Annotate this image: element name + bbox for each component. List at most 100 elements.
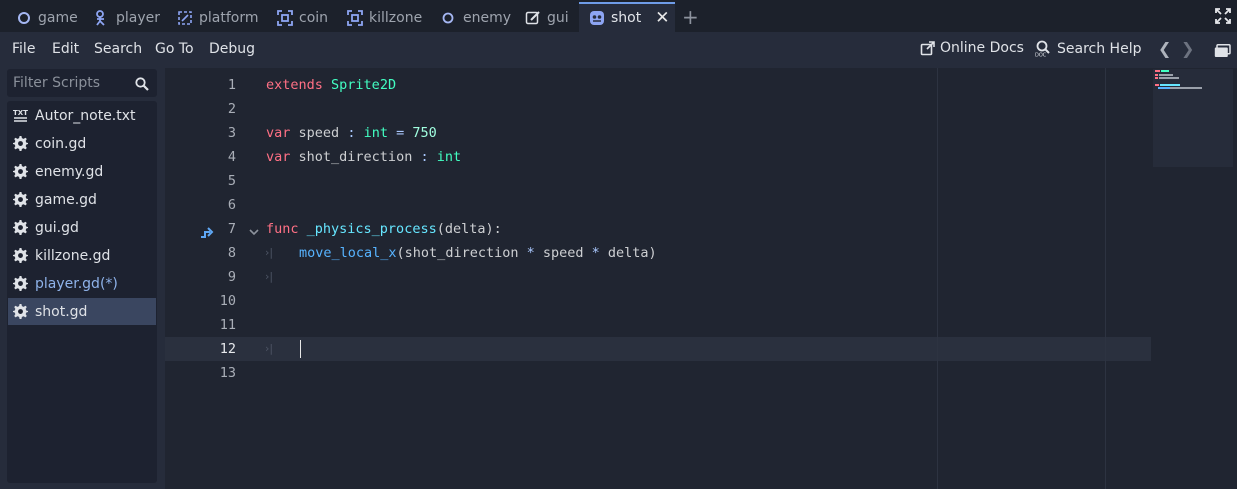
line-number-row: 9 (165, 265, 1151, 289)
line-number: 9 (227, 269, 236, 285)
script-list-item[interactable]: killzone.gd (8, 242, 156, 269)
script-list-item[interactable]: gui.gd (8, 214, 156, 241)
area2d-icon (277, 9, 293, 26)
tab-label: enemy (463, 9, 512, 26)
toggle-panel-icon[interactable] (1214, 43, 1231, 62)
line-number-row: 13 (165, 361, 1151, 385)
code-line: var speed : int = 750 (165, 121, 1151, 145)
menu-edit[interactable]: Edit (52, 41, 79, 57)
code-line: var shot_direction : int (165, 145, 1151, 169)
line-number-row: 5 (165, 169, 1151, 193)
script-label: game.gd (35, 191, 97, 208)
code-text: move_local_x(shot_direction * speed * de… (299, 245, 657, 261)
menu-file[interactable]: File (12, 41, 35, 57)
menu-debug[interactable]: Debug (209, 41, 255, 57)
script-label: shot.gd (35, 303, 88, 320)
svg-text:DOC: DOC (1035, 53, 1047, 58)
character-body-icon (94, 9, 110, 26)
tab-platform[interactable]: platform (177, 3, 259, 32)
script-list-item[interactable]: player.gd(*) (8, 270, 156, 297)
code-text: extends Sprite2D (266, 77, 397, 93)
line-number-row: 10 (165, 289, 1151, 313)
code-text: func _physics_process(delta): (266, 221, 502, 237)
script-list-item[interactable]: game.gd (8, 186, 156, 213)
chevron-left-icon[interactable]: ❮ (1158, 39, 1171, 58)
tab-label: game (38, 9, 78, 26)
script-label: enemy.gd (35, 163, 104, 180)
script-list-item[interactable]: shot.gd (8, 298, 156, 325)
control-pen-icon (525, 10, 541, 26)
line-number: 10 (219, 293, 236, 309)
menu-search[interactable]: Search (94, 41, 142, 57)
svg-text:TXT: TXT (13, 109, 28, 117)
code-text: var shot_direction : int (266, 149, 462, 165)
gear-icon (13, 248, 28, 263)
code-line: move_local_x(shot_direction * speed * de… (165, 241, 1151, 265)
tab-label: platform (199, 9, 259, 26)
script-label: coin.gd (35, 135, 87, 152)
cursor-line (165, 337, 1151, 361)
script-list-item[interactable]: TXT Autor_note.txt (8, 102, 156, 129)
text-caret (300, 340, 301, 358)
search-help-button[interactable]: DOC Search Help (1035, 40, 1142, 58)
online-docs-label: Online Docs (940, 40, 1024, 56)
line-number-row: 2 (165, 97, 1151, 121)
doc-search-icon: DOC (1035, 40, 1050, 58)
node2d-circle-icon (16, 10, 32, 26)
script-list-panel: TXT Autor_note.txt coin.gd enemy.gd game.gd g… (0, 68, 165, 489)
tab-label: killzone (369, 9, 423, 26)
add-tab-icon[interactable]: + (682, 7, 699, 27)
line-number-row: 6 (165, 193, 1151, 217)
code-line: func _physics_process(delta): (165, 217, 1151, 241)
text-file-icon: TXT (13, 108, 28, 123)
code-editor[interactable]: 1 2 3 4 5 6 7 8 9 10 11 12 13 extends Sprite2D var s… (165, 68, 1237, 489)
script-list-item[interactable]: coin.gd (8, 130, 156, 157)
tab-shot[interactable]: shot ✕ (579, 2, 675, 32)
tab-label: shot (611, 10, 642, 26)
menu-goto[interactable]: Go To (155, 41, 194, 57)
gear-icon (13, 220, 28, 235)
gear-icon (13, 192, 28, 207)
script-label: killzone.gd (35, 247, 111, 264)
script-label: gui.gd (35, 219, 79, 236)
line-number: 2 (227, 101, 236, 117)
script-list-item[interactable]: enemy.gd (8, 158, 156, 185)
scene-tab-bar: game player platform coin killzone enemy (0, 0, 1237, 32)
gear-icon (13, 136, 28, 151)
tab-enemy[interactable]: enemy (441, 3, 511, 32)
sprite2d-icon (589, 10, 605, 26)
method-override-icon[interactable] (200, 223, 214, 242)
tab-killzone[interactable]: killzone (347, 3, 422, 32)
external-link-icon (920, 40, 935, 55)
tab-coin[interactable]: coin (277, 3, 328, 32)
tab-label: coin (299, 9, 329, 26)
fold-arrow-icon[interactable] (248, 223, 260, 242)
tab-player[interactable]: player (94, 3, 160, 32)
tab-label: gui (547, 9, 569, 26)
tab-gui[interactable]: gui (525, 3, 569, 32)
filter-scripts-input[interactable] (7, 69, 127, 97)
line-number: 5 (227, 173, 236, 189)
online-docs-button[interactable]: Online Docs (920, 40, 1024, 56)
gear-icon (13, 304, 28, 319)
line-number: 6 (227, 197, 236, 213)
filter-scripts-field (7, 69, 157, 97)
search-help-label: Search Help (1057, 40, 1142, 57)
code-line: extends Sprite2D (165, 73, 1151, 97)
fullscreen-icon[interactable] (1215, 8, 1231, 24)
minimap[interactable] (1153, 69, 1233, 167)
chevron-right-icon[interactable]: ❯ (1181, 39, 1194, 58)
script-label: Autor_note.txt (35, 107, 136, 124)
search-icon (135, 76, 149, 95)
gear-icon (13, 164, 28, 179)
gear-icon (13, 276, 28, 291)
close-icon[interactable]: ✕ (655, 9, 669, 27)
line-number-row: 11 (165, 313, 1151, 337)
tab-label: player (116, 9, 161, 26)
area2d-icon (347, 9, 363, 26)
line-number: 13 (219, 365, 236, 381)
line-number: 11 (219, 317, 236, 333)
tab-indent-icon: ›| (265, 270, 274, 283)
script-menu-bar: File Edit Search Go To Debug Online Docs… (0, 32, 1237, 68)
tab-game[interactable]: game (16, 3, 78, 32)
